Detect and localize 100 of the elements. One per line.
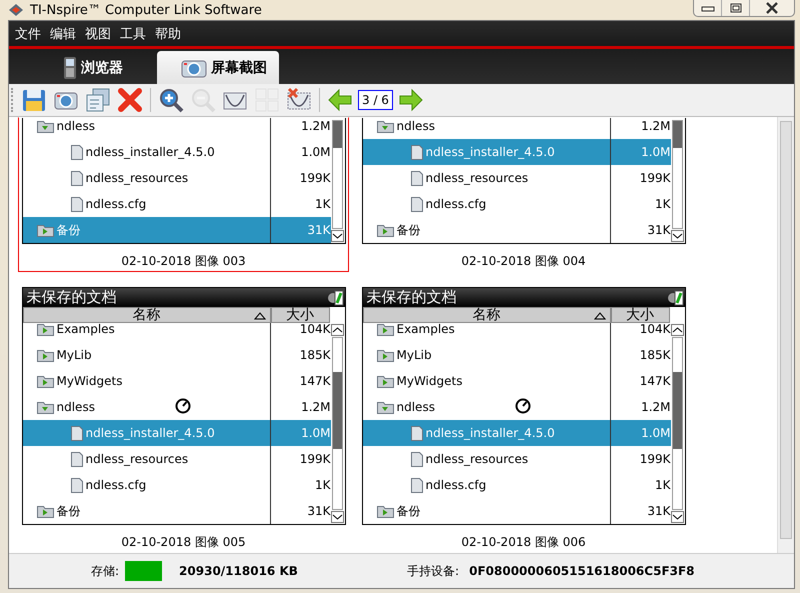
delete-icon[interactable] [116,86,144,114]
file-icon [70,452,82,466]
scrollbar[interactable] [330,323,344,524]
file-name: ndless_resources [86,171,188,185]
menu-item[interactable]: 文件 [12,24,47,42]
scroll-up-icon[interactable] [332,326,342,334]
file-name: 备份 [56,502,80,520]
file-size: 1.2M [300,400,330,414]
scroll-down-icon[interactable] [672,232,682,240]
file-row[interactable]: MyLib 185K [362,342,670,368]
file-size: 199K [298,171,330,185]
storage-meter [125,561,162,581]
back-arrow-icon[interactable] [326,86,354,114]
file-row[interactable]: 备份 31K [22,498,330,524]
scroll-up-icon[interactable] [672,326,682,334]
file-size: 147K [638,374,670,388]
file-row[interactable]: 备份 31K [362,498,670,524]
scroll-down-icon[interactable] [332,513,342,521]
column-header[interactable]: 名称 [362,307,610,323]
file-icon [70,144,82,160]
forward-arrow-icon[interactable] [396,86,425,114]
storage-label: 存储: [91,562,120,580]
scroll-thumb[interactable] [672,121,682,148]
screenshot-caption: 02-10-2018 图像 006 [461,534,586,548]
file-row[interactable]: ndless.cfg 1K [362,472,670,498]
document-title: 未保存的文档 [366,288,456,307]
scroll-thumb[interactable] [672,372,682,450]
file-icon [410,196,422,212]
file-row[interactable]: MyWidgets 147K [362,368,670,394]
column-header[interactable]: 名称 [22,307,270,323]
file-name: ndless.cfg [86,197,146,211]
screenshot-card[interactable]: 未保存的文档 名称 大小 Examples 104K MyLib 185K MyWidgets 147K ndless 1.2M ndless_installer_4.5.0 1.0M ndless_resources 199K ndless.cfg 1K 备份 31K 02-10-2018 图像 006 [358,283,689,553]
file-size: 1.0M [300,426,330,440]
scroll-thumb[interactable] [332,372,342,450]
scrollbar[interactable] [330,118,344,243]
screenshot-card[interactable]: 未保存的文档 名称 大小 Examples 104K MyLib 185K MyWidgets 147K ndless 1.2M ndless_installer_4.5.0 1.0M ndless_resources 199K ndless.cfg 1K 备份 31K 02-10-2018 图像 005 [18,283,349,553]
file-row[interactable]: ndless.cfg 1K [362,191,670,217]
scrollbar[interactable] [670,118,684,243]
file-row[interactable]: ndless_resources 199K [22,165,330,191]
menu-item[interactable]: 工具 [117,24,152,42]
file-name: ndless [56,119,95,133]
file-name: MyLib [56,348,92,362]
file-size: 1K [654,478,670,492]
file-row[interactable]: ndless.cfg 1K [22,472,330,498]
tab[interactable]: 屏幕截图 [157,51,279,84]
screenshot-caption: 02-10-2018 图像 005 [121,534,246,548]
file-size: 1.2M [640,400,670,414]
column-header[interactable]: 大小 [270,307,330,323]
column-header[interactable]: 大小 [610,307,670,323]
file-size: 31K [646,223,670,237]
file-name: ndless_installer_4.5.0 [426,145,555,159]
file-row[interactable]: ndless_resources 199K [22,446,330,472]
file-icon [70,170,82,186]
file-icon [70,196,82,212]
menu-item[interactable]: 帮助 [152,24,187,42]
page-indicator: 3 / 6 [358,90,393,110]
file-size: 185K [638,348,670,362]
file-size: 1K [314,478,330,492]
file-icon [70,426,82,440]
file-row[interactable]: Examples 104K [22,323,330,342]
file-name: ndless_resources [86,452,188,466]
storage-value: 20930/118016 KB [179,564,299,578]
screenshot-card[interactable]: ndless 1.2M ndless_installer_4.5.0 1.0M ndless_resources 199K ndless.cfg 1K 备份 31K 02-10-2018 图像 004 [358,117,689,272]
document-title: 未保存的文档 [26,288,116,307]
file-row[interactable]: ndless_resources 199K [362,165,670,191]
file-row[interactable]: ndless 1.2M [22,118,330,139]
file-row[interactable]: MyWidgets 147K [22,368,330,394]
screenshot-caption: 02-10-2018 图像 004 [461,253,586,267]
zoom-in-icon[interactable] [157,86,185,114]
scrollbar[interactable] [670,323,684,524]
file-name: ndless_resources [426,452,528,466]
file-icon [70,478,82,492]
file-icon [410,144,422,160]
file-name: ndless [396,400,435,414]
file-name: ndless [396,119,435,133]
battery-icon [328,290,344,306]
file-size: 185K [298,348,330,362]
menu-item[interactable]: 视图 [82,24,117,42]
screenshot-card[interactable]: ndless 1.2M ndless_installer_4.5.0 1.0M ndless_resources 199K ndless.cfg 1K 备份 31K 02-10-2018 图像 003 [18,117,349,272]
documents-icon[interactable] [84,86,112,114]
tab[interactable]: 浏览器 [53,51,133,84]
scroll-down-icon[interactable] [332,232,342,240]
file-row[interactable]: 备份 31K [362,217,670,243]
scroll-down-icon[interactable] [672,513,682,521]
file-row[interactable]: MyLib 185K [22,342,330,368]
file-size: 1K [654,197,670,211]
file-name: ndless_installer_4.5.0 [86,426,215,440]
file-name: ndless.cfg [86,478,146,492]
file-name: MyWidgets [56,374,122,388]
window-title: TI-Nspire™ Computer Link Software [30,2,262,18]
scroll-thumb[interactable] [332,121,342,148]
scrollbar[interactable] [777,117,794,553]
file-size: 199K [298,452,330,466]
device-label: 手持设备: [407,562,460,580]
handheld-icon [63,56,77,80]
file-row[interactable]: Examples 104K [362,323,670,342]
file-row[interactable]: ndless_installer_4.5.0 1.0M [22,139,330,165]
menu-item[interactable]: 编辑 [47,24,82,42]
file-row[interactable]: ndless_resources 199K [362,446,670,472]
file-size: 31K [306,223,330,237]
